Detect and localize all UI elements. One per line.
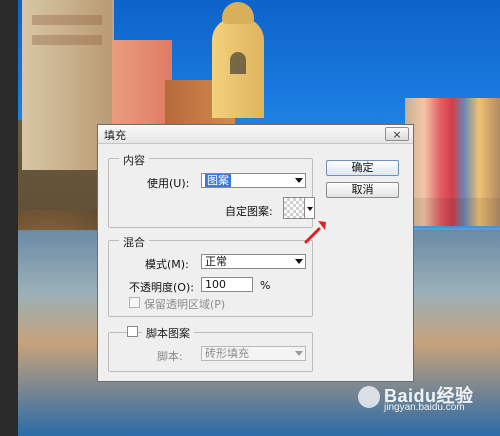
tower-window bbox=[230, 52, 246, 74]
content-group: 内容 使用(U): 图案 自定图案: bbox=[108, 152, 315, 228]
cancel-button[interactable]: 取消 bbox=[326, 182, 399, 198]
opacity-input[interactable]: 100 bbox=[201, 277, 253, 292]
ok-button-label: 确定 bbox=[351, 161, 374, 174]
use-select-value: 图案 bbox=[205, 174, 231, 187]
preserve-transparency-checkbox[interactable] bbox=[129, 297, 140, 308]
cancel-button-label: 取消 bbox=[351, 183, 374, 196]
use-label: 使用(U): bbox=[147, 177, 190, 190]
ok-button[interactable]: 确定 bbox=[326, 160, 399, 176]
colorful-houses bbox=[405, 98, 500, 228]
chevron-down-icon bbox=[295, 259, 303, 264]
use-select[interactable]: 图案 bbox=[201, 173, 306, 188]
preserve-transparency-label: 保留透明区域(P) bbox=[144, 298, 226, 311]
mode-select-value: 正常 bbox=[205, 255, 227, 268]
church-tower bbox=[212, 2, 264, 118]
script-select-value: 砖形填充 bbox=[205, 347, 249, 360]
blend-legend: 混合 bbox=[119, 234, 149, 250]
chevron-down-icon bbox=[295, 351, 303, 356]
script-group: 脚本图案 脚本: 砖形填充 bbox=[108, 325, 313, 372]
close-button[interactable]: × bbox=[385, 127, 409, 141]
script-label: 脚本: bbox=[157, 350, 183, 363]
left-edge-strip bbox=[0, 0, 18, 436]
custom-pattern-label: 自定图案: bbox=[225, 205, 273, 218]
watermark-subtext: jingyan.baidu.com bbox=[384, 402, 465, 413]
opacity-label: 不透明度(O): bbox=[129, 281, 194, 294]
blend-group: 混合 模式(M): 正常 不透明度(O): 100 % 保留透明区域(P) bbox=[108, 234, 313, 317]
content-legend: 内容 bbox=[119, 152, 149, 168]
dialog-title: 填充 bbox=[104, 129, 126, 142]
script-pattern-checkbox[interactable] bbox=[127, 326, 138, 337]
script-pattern-label: 脚本图案 bbox=[142, 325, 194, 341]
dialog-titlebar: 填充 × bbox=[98, 125, 413, 144]
close-icon: × bbox=[392, 128, 402, 141]
paw-logo-icon bbox=[358, 386, 380, 408]
opacity-percent: % bbox=[260, 279, 271, 292]
opacity-input-value: 100 bbox=[205, 278, 226, 291]
baidu-watermark: Baidu经验 jingyan.baidu.com bbox=[340, 380, 480, 420]
mode-label: 模式(M): bbox=[145, 258, 189, 271]
mode-select[interactable]: 正常 bbox=[201, 254, 306, 269]
fill-dialog: 填充 × 确定 取消 内容 使用(U): 图案 自定图案: 混合 模式(M): … bbox=[97, 124, 414, 382]
chevron-down-icon bbox=[295, 178, 303, 183]
script-select[interactable]: 砖形填充 bbox=[201, 346, 306, 361]
red-arrow-icon bbox=[304, 221, 326, 244]
